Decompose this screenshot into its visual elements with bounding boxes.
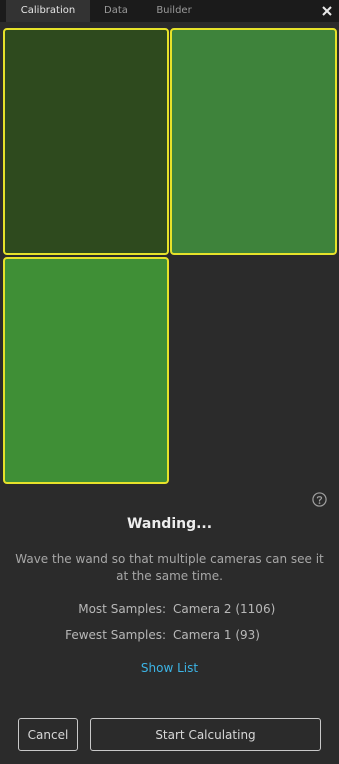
most-samples-label: Most Samples: [78, 602, 166, 616]
close-icon [322, 6, 332, 16]
camera-3-tile[interactable] [3, 257, 169, 484]
tab-builder[interactable]: Builder [144, 0, 204, 22]
tab-bar: Calibration Data Builder [0, 0, 339, 22]
close-button[interactable] [317, 0, 337, 22]
show-list-link[interactable]: Show List [0, 661, 339, 675]
fewest-samples-label: Fewest Samples: [65, 628, 166, 642]
tab-calibration[interactable]: Calibration [6, 0, 90, 22]
tab-data[interactable]: Data [94, 0, 138, 22]
most-samples-value: Camera 2 (1106) [173, 602, 276, 616]
fewest-samples-value: Camera 1 (93) [173, 628, 260, 642]
cancel-button[interactable]: Cancel [18, 718, 78, 751]
camera-2-tile[interactable] [170, 28, 337, 255]
instructions-text: Wave the wand so that multiple cameras c… [15, 552, 324, 583]
camera-1-tile[interactable] [3, 28, 169, 255]
start-calculating-button[interactable]: Start Calculating [90, 718, 321, 751]
help-icon[interactable] [312, 492, 327, 507]
status-title: Wanding... [126, 516, 213, 532]
camera-grid [0, 22, 339, 488]
